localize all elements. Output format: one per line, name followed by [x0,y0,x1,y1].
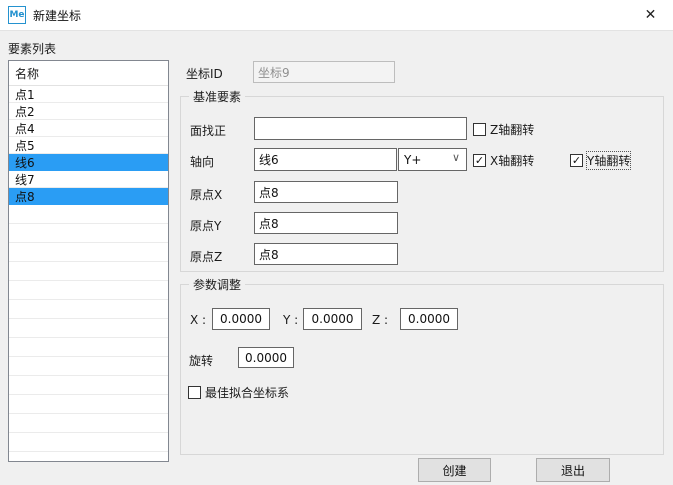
param-x-label: X : [190,313,206,327]
list-empty-row [9,205,168,224]
new-coordinate-dialog: Me 新建坐标 ✕ 要素列表 名称 点1 点2 点4 点5 线6 线7 点8 坐… [0,0,673,485]
flip-y-label: Y轴翻转 [587,152,630,169]
list-empty-row [9,338,168,357]
list-empty-row [9,414,168,433]
origin-z-input[interactable] [254,243,398,265]
best-fit-label: 最佳拟合坐标系 [205,384,289,401]
chevron-down-icon: ∨ [452,151,460,164]
list-item-point8[interactable]: 点8 [9,188,168,205]
list-empty-row [9,357,168,376]
origin-x-label: 原点X [190,186,222,203]
element-list-label: 要素列表 [8,40,56,57]
param-y-input[interactable] [303,308,362,330]
coord-id-input [253,61,395,83]
plane-align-label: 面找正 [190,122,226,139]
checkbox-checked-icon[interactable]: ✓ [570,154,583,167]
checkbox-checked-icon[interactable]: ✓ [473,154,486,167]
origin-y-label: 原点Y [190,217,221,234]
axis-input[interactable] [254,148,397,171]
flip-x-label: X轴翻转 [490,152,534,169]
list-empty-row [9,319,168,338]
parameter-group-title: 参数调整 [189,276,245,293]
rotation-input[interactable] [238,347,294,368]
param-y-label: Y : [283,313,298,327]
list-empty-row [9,433,168,452]
list-item-point2[interactable]: 点2 [9,103,168,120]
list-item-line7[interactable]: 线7 [9,171,168,188]
close-icon[interactable]: ✕ [628,0,673,30]
checkbox-unchecked-icon[interactable] [188,386,201,399]
list-empty-row [9,224,168,243]
axis-label: 轴向 [190,153,214,170]
app-logo-icon: Me [8,6,26,24]
list-empty-row [9,376,168,395]
list-empty-row [9,395,168,414]
list-item-point5[interactable]: 点5 [9,137,168,154]
create-button[interactable]: 创建 [418,458,491,482]
rotation-label: 旋转 [189,352,213,369]
origin-z-label: 原点Z [190,248,222,265]
param-x-input[interactable] [212,308,270,330]
list-empty-row [9,262,168,281]
param-z-input[interactable] [400,308,458,330]
flip-z-checkbox[interactable]: Z轴翻转 [473,121,534,138]
list-empty-row [9,300,168,319]
best-fit-checkbox[interactable]: 最佳拟合坐标系 [188,384,289,401]
origin-y-input[interactable] [254,212,398,234]
reference-group-title: 基准要素 [189,88,245,105]
flip-x-checkbox[interactable]: ✓ X轴翻转 [473,152,534,169]
origin-x-input[interactable] [254,181,398,203]
param-z-label: Z : [372,313,388,327]
list-empty-row [9,243,168,262]
coord-id-label: 坐标ID [186,65,223,82]
axis-direction-dropdown[interactable]: Y+ ∨ [398,148,467,171]
list-item-point4[interactable]: 点4 [9,120,168,137]
exit-button[interactable]: 退出 [536,458,610,482]
list-column-header: 名称 [9,61,168,86]
element-listbox[interactable]: 名称 点1 点2 点4 点5 线6 线7 点8 [8,60,169,462]
plane-align-input[interactable] [254,117,467,140]
list-item-line6[interactable]: 线6 [9,154,168,171]
flip-z-label: Z轴翻转 [490,121,534,138]
checkbox-unchecked-icon[interactable] [473,123,486,136]
list-item-point1[interactable]: 点1 [9,86,168,103]
window-title: 新建坐标 [33,7,81,24]
title-bar: Me 新建坐标 ✕ [0,0,673,31]
list-empty-row [9,281,168,300]
axis-direction-value: Y+ [404,153,421,167]
flip-y-checkbox[interactable]: ✓ Y轴翻转 [570,152,630,169]
